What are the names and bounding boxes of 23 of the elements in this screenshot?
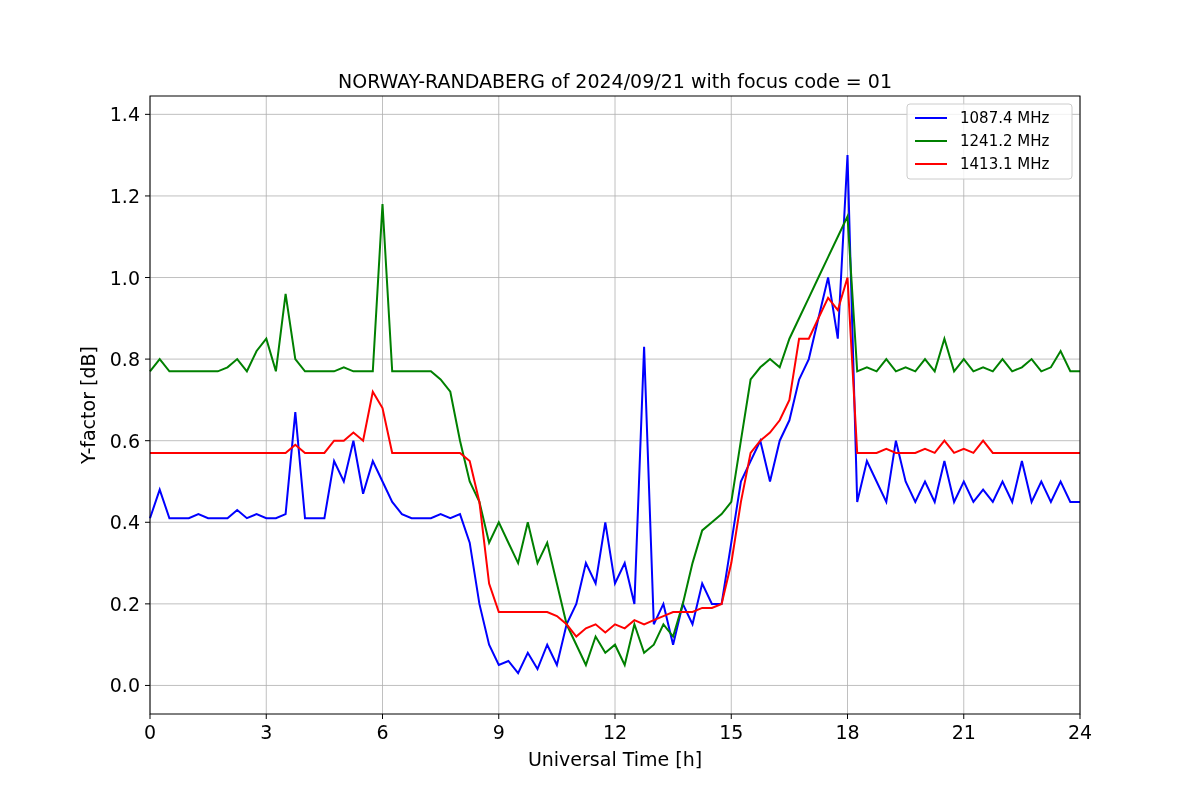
tick-label: 0	[143, 721, 157, 743]
tick-label: 0.0	[109, 674, 140, 697]
tick-label: 1.2	[109, 184, 140, 207]
tick-label: 1.4	[109, 103, 140, 126]
tick-label: 9	[492, 721, 505, 743]
tick-label: 0.4	[109, 511, 140, 534]
chart-title: NORWAY-RANDABERG of 2024/09/21 with focus code = 01	[338, 70, 892, 92]
tick-label: 12	[602, 721, 628, 743]
axis-label: Y-factor [dB]	[77, 346, 99, 464]
tick-label: 6	[376, 721, 389, 743]
legend-label: 1241.2 MHz	[960, 132, 1050, 150]
tick-label: 3	[260, 721, 273, 743]
tick-label: 1.0	[109, 266, 140, 289]
tick-label: 0.8	[109, 348, 140, 371]
axis-label: Universal Time [h]	[527, 748, 703, 770]
legend-label: 1087.4 MHz	[960, 109, 1050, 127]
tick-label: 0.6	[109, 429, 140, 452]
tick-label: 18	[835, 721, 860, 743]
tick-label: 24	[1067, 721, 1093, 743]
legend-label: 1413.1 MHz	[960, 155, 1050, 173]
tick-label: 0.2	[109, 592, 140, 615]
tick-label: 21	[951, 721, 976, 743]
tick-label: 15	[719, 721, 744, 743]
